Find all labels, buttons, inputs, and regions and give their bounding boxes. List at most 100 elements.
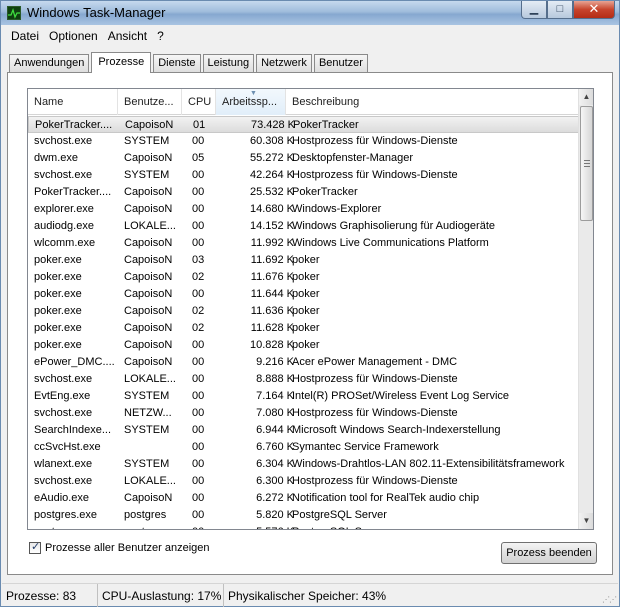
- maximize-button[interactable]: □: [547, 1, 573, 19]
- table-row[interactable]: poker.exe CapoisoN 03 11.692 Kpoker: [28, 252, 580, 269]
- column-label: Beschreibung: [292, 96, 360, 108]
- tab-benutzer[interactable]: Benutzer: [313, 54, 368, 72]
- table-row[interactable]: svchost.exe SYSTEM 00 42.264 K Hostprozess f…: [28, 167, 580, 184]
- process-cpu: 00: [192, 237, 205, 249]
- process-name: postgres.exe: [34, 509, 97, 521]
- title-bar[interactable]: Windows Task-Manager ▁ □ ✕: [1, 1, 619, 25]
- table-row[interactable]: PokerTracker.... CapoisoN 00 25.532 K PokerT…: [28, 184, 580, 201]
- process-cpu: 02: [192, 322, 205, 334]
- process-description: Notification tool for RealTek audio chip: [292, 492, 480, 504]
- table-row[interactable]: wlanext.exe SYSTEM 00 6.304 K Windows-Drahtl…: [28, 456, 580, 473]
- process-memory: 11.676 K: [250, 271, 294, 283]
- tab-anwendungen[interactable]: Anwendungen: [9, 54, 90, 72]
- menu-help[interactable]: ?: [152, 29, 169, 43]
- process-memory: 11.992 K: [250, 237, 294, 249]
- process-description: poker: [292, 288, 320, 300]
- process-description: Windows Live Communications Platform: [292, 237, 489, 249]
- process-user: NETZW...: [124, 407, 172, 419]
- tab-prozesse[interactable]: Prozesse: [91, 52, 152, 73]
- tab-dienste[interactable]: Dienste: [153, 54, 201, 72]
- column-header-description[interactable]: Beschreibung: [286, 89, 580, 115]
- table-row[interactable]: explorer.exe CapoisoN 00 14.680 K Windows-Ex…: [28, 201, 580, 218]
- process-name: PokerTracker....: [35, 119, 113, 131]
- process-memory: 6.272 K: [256, 492, 294, 504]
- tab-netzwerk[interactable]: Netzwerk: [256, 54, 312, 72]
- process-cpu: 01: [193, 119, 206, 131]
- process-name: audiodg.exe: [34, 220, 94, 232]
- process-user: CapoisoN: [124, 254, 173, 266]
- table-row[interactable]: postgres.exe postgres 00 5.576 KPostgreSQL …: [28, 524, 580, 529]
- table-row[interactable]: svchost.exe SYSTEM 00 60.308 K Hostprozess f…: [28, 133, 580, 150]
- process-description: Hostprozess für Windows-Dienste: [292, 169, 458, 181]
- process-user: CapoisoN: [124, 305, 173, 317]
- table-row[interactable]: poker.exe CapoisoN 00 10.828 Kpoker: [28, 337, 580, 354]
- process-name: svchost.exe: [34, 135, 93, 147]
- minimize-button[interactable]: ▁: [521, 1, 547, 19]
- column-header-user[interactable]: Benutze...: [118, 89, 182, 115]
- process-memory: 6.760 K: [256, 441, 294, 453]
- table-row[interactable]: poker.exe CapoisoN 00 11.644 Kpoker: [28, 286, 580, 303]
- menu-datei[interactable]: Datei: [6, 29, 44, 43]
- show-all-users-checkbox[interactable]: ✓: [29, 541, 41, 554]
- close-button[interactable]: ✕: [573, 1, 615, 19]
- process-user: LOKALE...: [124, 373, 176, 385]
- process-user: CapoisoN: [124, 322, 173, 334]
- process-name: poker.exe: [34, 322, 82, 334]
- table-row[interactable]: dwm.exe CapoisoN 05 55.272 K Desktopfenster-…: [28, 150, 580, 167]
- process-user: CapoisoN: [124, 152, 173, 164]
- scroll-down-button[interactable]: ▼: [579, 513, 593, 529]
- table-row[interactable]: PokerTracker.... CapoisoN 01 73.428 K PokerT…: [28, 116, 580, 133]
- table-row[interactable]: EvtEng.exe SYSTEM 00 7.164 K Intel(R) PROSet…: [28, 388, 580, 405]
- table-row[interactable]: eAudio.exe CapoisoN 00 6.272 K Notification …: [28, 490, 580, 507]
- scroll-up-button[interactable]: ▲: [579, 89, 593, 105]
- process-memory: 6.300 K: [256, 475, 294, 487]
- table-row[interactable]: poker.exe CapoisoN 02 11.676 Kpoker: [28, 269, 580, 286]
- process-cpu: 00: [192, 203, 205, 215]
- process-memory: 42.264 K: [249, 169, 294, 181]
- table-row[interactable]: SearchIndexe... SYSTEM 00 6.944 K Microsoft …: [28, 422, 580, 439]
- table-row[interactable]: wlcomm.exe CapoisoN 00 11.992 K Windows Live…: [28, 235, 580, 252]
- checkmark-icon: ✓: [31, 541, 41, 553]
- column-label: Name: [34, 96, 64, 108]
- process-name: PokerTracker....: [34, 186, 112, 198]
- process-cpu: 00: [192, 288, 205, 300]
- process-list[interactable]: Name Benutze... CPU ▼ Arbeitssp... Besch…: [27, 88, 594, 530]
- processes-panel: Name Benutze... CPU ▼ Arbeitssp... Besch…: [7, 72, 613, 575]
- column-header-cpu[interactable]: CPU: [182, 89, 216, 115]
- table-row[interactable]: ePower_DMC.... CapoisoN 00 9.216 K Acer ePow…: [28, 354, 580, 371]
- table-row[interactable]: poker.exe CapoisoN 02 11.636 Kpoker: [28, 303, 580, 320]
- table-row[interactable]: svchost.exe LOKALE... 00 6.300 K Hostprozess…: [28, 473, 580, 490]
- table-row[interactable]: poker.exe CapoisoN 02 11.628 Kpoker: [28, 320, 580, 337]
- resize-grip-icon[interactable]: ⋰⋰: [602, 595, 617, 604]
- process-name: poker.exe: [34, 254, 82, 266]
- process-description: Acer ePower Management - DMC: [292, 356, 458, 368]
- column-header-memory[interactable]: ▼ Arbeitssp...: [216, 89, 286, 115]
- table-row[interactable]: svchost.exe LOKALE... 00 8.888 K Hostprozess…: [28, 371, 580, 388]
- status-process-count: Prozesse: 83: [2, 584, 98, 607]
- process-user: CapoisoN: [124, 237, 173, 249]
- table-row[interactable]: svchost.exe NETZW... 00 7.080 K Hostprozess …: [28, 405, 580, 422]
- sort-descending-icon: ▼: [250, 90, 257, 97]
- process-cpu: 00: [192, 475, 205, 487]
- process-name: svchost.exe: [34, 373, 93, 385]
- end-process-button[interactable]: Prozess beenden: [501, 542, 597, 564]
- show-all-users-option[interactable]: ✓ Prozesse aller Benutzer anzeigen: [29, 541, 209, 554]
- process-description: Windows Graphisolierung für Audiogeräte: [292, 220, 496, 232]
- process-description: Hostprozess für Windows-Dienste: [292, 373, 458, 385]
- window-title: Windows Task-Manager: [27, 5, 166, 20]
- process-user: LOKALE...: [124, 220, 176, 232]
- process-memory: 9.216 K: [256, 356, 294, 368]
- scroll-thumb[interactable]: [580, 106, 593, 221]
- tab-leistung[interactable]: Leistung: [202, 54, 255, 72]
- menu-optionen[interactable]: Optionen: [44, 29, 103, 43]
- column-header-name[interactable]: Name: [28, 89, 118, 115]
- process-cpu: 05: [192, 152, 205, 164]
- vertical-scrollbar[interactable]: ▲ ▼: [578, 89, 593, 529]
- process-cpu: 00: [192, 441, 205, 453]
- status-bar: Prozesse: 83 CPU-Auslastung: 17% Physika…: [2, 583, 618, 607]
- process-memory: 11.636 K: [250, 305, 294, 317]
- table-row[interactable]: postgres.exe postgres 00 5.820 K PostgreSQL …: [28, 507, 580, 524]
- table-row[interactable]: audiodg.exe LOKALE... 00 14.152 K Windows Gr…: [28, 218, 580, 235]
- table-row[interactable]: ccSvcHst.exe 00 6.760 K Symantec Service Fr…: [28, 439, 580, 456]
- menu-ansicht[interactable]: Ansicht: [103, 29, 152, 43]
